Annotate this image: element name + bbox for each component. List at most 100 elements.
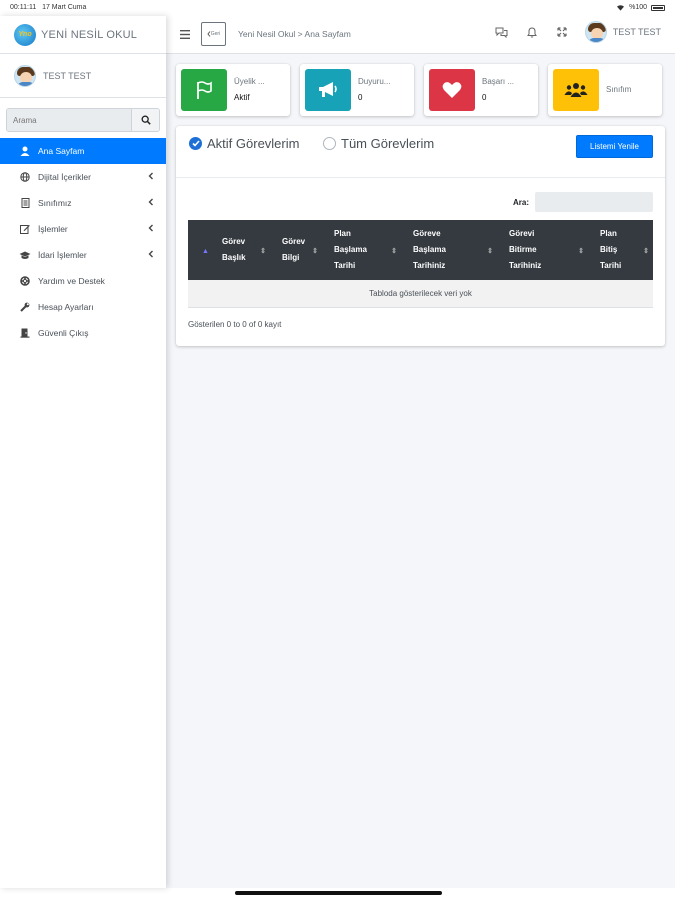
messages-button[interactable] (487, 27, 517, 38)
sort-icon: ⇕ (487, 248, 493, 255)
radio-unchecked-icon (323, 137, 336, 150)
user-panel[interactable]: TEST TEST (0, 54, 166, 98)
radio-active-tasks[interactable]: Aktif Görevlerim (189, 136, 299, 151)
sort-icon: ⇕ (391, 248, 397, 255)
column-header-gorevi-bitirme[interactable]: Görevi Bitirme Tarihiniz ⇕ (497, 220, 588, 280)
chevron-left-icon (148, 172, 153, 180)
sidebar-nav: Ana Sayfam Dijital İçerikler Sınıfımız İ… (0, 138, 166, 346)
breadcrumb[interactable]: Yeni Nesil Okul > Ana Sayfam (238, 29, 351, 39)
lifering-icon (18, 276, 32, 286)
sidebar-item-guvenli-cikis[interactable]: Güvenli Çıkış (0, 320, 166, 346)
main-content: Geri Yeni Nesil Okul > Ana Sayfam TEST T… (166, 16, 675, 888)
sidebar-item-islemler[interactable]: İşlemler (0, 216, 166, 242)
sidebar-item-ana-sayfam[interactable]: Ana Sayfam (0, 138, 166, 164)
fullscreen-button[interactable] (547, 27, 577, 37)
column-header-line: Tarihiniz (413, 261, 446, 270)
info-box-label: Sınıfım (606, 84, 632, 94)
hamburger-menu-icon[interactable] (180, 30, 190, 39)
info-box-basari[interactable]: Başarı ... 0 (424, 64, 538, 116)
bell-icon (526, 26, 537, 38)
top-actions: TEST TEST (487, 21, 661, 43)
sidebar-search (6, 108, 160, 132)
avatar[interactable] (584, 21, 607, 43)
sidebar-item-label: Ana Sayfam (38, 146, 85, 156)
column-header-line: Göreve (413, 229, 441, 238)
expand-icon (557, 27, 567, 37)
column-header-goreve-baslama[interactable]: Göreve Başlama Tarihiniz ⇕ (401, 220, 497, 280)
flag-icon (197, 81, 212, 99)
sidebar: Yno YENİ NESİL OKUL TEST TEST Ana Sayfam… (0, 16, 166, 888)
notifications-button[interactable] (517, 26, 547, 38)
info-box-uyelik[interactable]: Üyelik ... Aktif (176, 64, 290, 116)
status-time: 00:11:11 (10, 4, 37, 11)
sort-icon: ⇕ (643, 248, 649, 255)
column-header-line: Bitiş (600, 245, 618, 254)
battery-percent: %100 (629, 4, 647, 11)
sidebar-item-sinifimiz[interactable]: Sınıfımız (0, 190, 166, 216)
column-header-line: Bitirme (509, 245, 537, 254)
battery-icon (651, 4, 665, 11)
sidebar-item-label: Yardım ve Destek (38, 276, 105, 286)
comments-icon (495, 27, 508, 38)
sidebar-item-label: Hesap Ayarları (38, 302, 94, 312)
edit-icon (18, 224, 32, 234)
back-button[interactable]: Geri (201, 22, 226, 46)
column-header-line: Plan (600, 229, 617, 238)
info-box-value: 0 (482, 92, 487, 102)
table-search-input[interactable] (535, 192, 653, 212)
radio-all-tasks[interactable]: Tüm Görevlerim (323, 136, 434, 151)
column-header-line: Görev (222, 237, 246, 246)
info-box-duyuru[interactable]: Duyuru... 0 (300, 64, 414, 116)
column-header-plan-bitis[interactable]: Plan Bitiş Tarihi ⇕ (588, 220, 653, 280)
heart-icon (442, 82, 462, 98)
column-header-line: Plan (334, 229, 351, 238)
column-header-line: Başlık (222, 253, 246, 262)
sidebar-item-dijital-icerikler[interactable]: Dijital İçerikler (0, 164, 166, 190)
sidebar-item-idari-islemler[interactable]: İdari İşlemler (0, 242, 166, 268)
brand-title: YENİ NESİL OKUL (41, 28, 138, 41)
tasks-card: Aktif Görevlerim Tüm Görevlerim Listemi … (176, 126, 665, 346)
chevron-left-icon (148, 224, 153, 232)
home-indicator[interactable] (235, 891, 442, 895)
table-row: Tabloda gösterilecek veri yok (188, 280, 653, 308)
info-box-icon (305, 69, 351, 111)
sidebar-item-yardim-ve-destek[interactable]: Yardım ve Destek (0, 268, 166, 294)
table-search: Ara: (513, 192, 653, 212)
sidebar-item-label: İdari İşlemler (38, 250, 87, 260)
top-user-name[interactable]: TEST TEST (613, 27, 661, 37)
sort-icon: ⇕ (312, 248, 318, 255)
column-header-line: Görevi (509, 229, 535, 238)
column-header-line: Tarihi (600, 261, 622, 270)
info-box-value: 0 (358, 92, 363, 102)
tasks-card-header: Aktif Görevlerim Tüm Görevlerim Listemi … (176, 126, 665, 178)
sidebar-item-hesap-ayarlari[interactable]: Hesap Ayarları (0, 294, 166, 320)
table-search-label: Ara: (512, 197, 529, 207)
search-input[interactable] (7, 109, 131, 131)
column-header-line: Görev (282, 237, 306, 246)
sort-asc-icon: ▲ (202, 248, 209, 255)
info-box-icon (553, 69, 599, 111)
refresh-list-button[interactable]: Listemi Yenile (576, 135, 653, 158)
info-box-label: Üyelik ... (234, 76, 265, 86)
sidebar-item-label: Sınıfımız (38, 198, 72, 208)
book-icon (18, 198, 32, 208)
info-boxes: Üyelik ... Aktif Duyuru... 0 Başarı ... 0 S… (176, 64, 662, 116)
user-name: TEST TEST (43, 70, 92, 81)
status-date: 17 Mart Cuma (42, 4, 87, 11)
info-box-value: Aktif (234, 92, 250, 102)
column-header-plan-baslama[interactable]: Plan Başlama Tarihi ⇕ (322, 220, 401, 280)
sidebar-item-label: Dijital İçerikler (38, 172, 91, 182)
graduation-cap-icon (18, 251, 32, 260)
radio-all-label: Tüm Görevlerim (341, 136, 435, 151)
info-box-sinifim[interactable]: Sınıfım (548, 64, 662, 116)
column-header-gorev-baslik[interactable]: ▲ Görev Başlık ⇕ (188, 220, 270, 280)
sort-icon: ⇕ (578, 248, 584, 255)
search-button[interactable] (131, 109, 159, 131)
empty-table-message: Tabloda gösterilecek veri yok (188, 280, 653, 308)
wifi-icon (617, 5, 625, 11)
status-bar: 00:11:11 17 Mart Cuma %100 (0, 0, 675, 16)
column-header-gorev-bilgi[interactable]: Görev Bilgi ⇕ (270, 220, 322, 280)
brand-link[interactable]: Yno YENİ NESİL OKUL (0, 16, 166, 54)
top-navbar: Geri Yeni Nesil Okul > Ana Sayfam TEST T… (166, 16, 675, 54)
column-header-line: Tarihiniz (509, 261, 542, 270)
